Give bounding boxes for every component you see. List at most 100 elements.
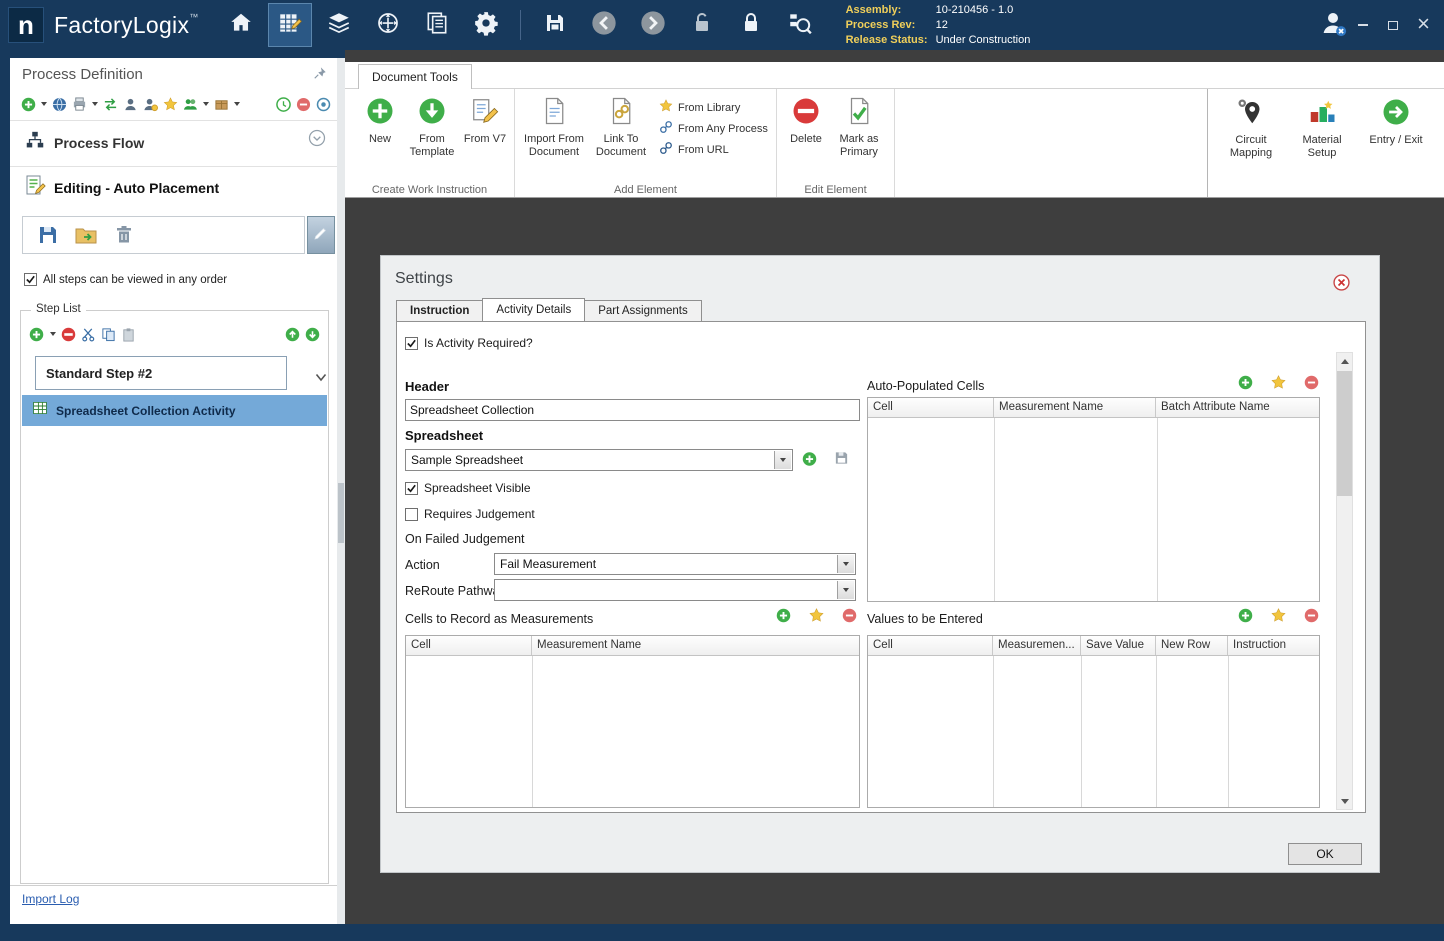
link-to-document-button[interactable]: Link To Document [589, 92, 653, 158]
record-icon[interactable] [315, 96, 331, 112]
import-from-document-button[interactable]: Import From Document [522, 92, 586, 158]
column-header[interactable]: Instruction [1228, 636, 1319, 655]
process-definition-button[interactable] [267, 3, 312, 47]
operator-icon[interactable] [122, 96, 138, 112]
package-icon[interactable] [213, 96, 229, 112]
scrollbar-thumb[interactable] [1337, 371, 1352, 496]
tab-document-tools[interactable]: Document Tools [358, 64, 472, 89]
collapse-button[interactable] [307, 128, 327, 153]
remove-row-icon[interactable] [842, 608, 857, 623]
remove-row-icon[interactable] [1304, 375, 1319, 390]
award-icon[interactable] [162, 96, 178, 112]
import-step-button[interactable] [73, 222, 99, 248]
paste-icon[interactable] [121, 327, 136, 342]
auto-detect-icon[interactable] [809, 608, 824, 623]
add-row-icon[interactable] [776, 608, 791, 623]
column-header[interactable]: Batch Attribute Name [1156, 398, 1319, 417]
pin-button[interactable] [311, 66, 329, 84]
edit-mode-toggle[interactable] [307, 216, 335, 254]
scroll-down-button[interactable] [1337, 793, 1352, 809]
package-dropdown-caret-icon[interactable] [233, 102, 240, 106]
dispatch-button[interactable] [366, 3, 410, 47]
add-icon[interactable] [20, 96, 36, 112]
column-header[interactable]: Measuremen... [993, 636, 1081, 655]
ok-button[interactable]: OK [1288, 843, 1362, 865]
action-select[interactable]: Fail Measurement [494, 553, 856, 575]
print-icon[interactable] [71, 96, 87, 112]
delete-step-button[interactable] [111, 222, 137, 248]
forward-button[interactable] [631, 3, 675, 47]
deactivate-step-icon[interactable] [295, 96, 311, 112]
requires-judgement-checkbox[interactable] [405, 507, 418, 521]
circuit-mapping-button[interactable]: Circuit Mapping [1222, 93, 1280, 183]
move-step-up-icon[interactable] [285, 327, 300, 342]
reroute-pathway-select[interactable] [494, 579, 856, 601]
column-header[interactable]: New Row [1156, 636, 1228, 655]
add-row-icon[interactable] [1238, 375, 1253, 390]
delete-element-button[interactable]: Delete [784, 92, 828, 146]
from-url-button[interactable]: From URL [659, 141, 769, 158]
auto-detect-icon[interactable] [1271, 375, 1286, 390]
add-row-icon[interactable] [1238, 608, 1253, 623]
cells-measurements-table[interactable]: Cell Measurement Name [405, 635, 860, 808]
add-step-caret-icon[interactable] [49, 332, 56, 336]
operator-cert-icon[interactable] [142, 96, 158, 112]
new-instruction-button[interactable]: New [359, 92, 401, 146]
documents-button[interactable] [415, 3, 459, 47]
transfer-icon[interactable] [102, 96, 118, 112]
cut-icon[interactable] [81, 327, 96, 342]
team-dropdown-caret-icon[interactable] [202, 102, 209, 106]
column-header[interactable]: Measurement Name [532, 636, 859, 655]
auto-detect-icon[interactable] [1271, 608, 1286, 623]
spreadsheet-dropdown-button[interactable] [774, 451, 791, 469]
maximize-button[interactable] [1380, 13, 1406, 37]
remove-row-icon[interactable] [1304, 608, 1319, 623]
column-header[interactable]: Cell [406, 636, 532, 655]
copy-icon[interactable] [101, 327, 116, 342]
back-button[interactable] [582, 3, 626, 47]
column-header[interactable]: Cell [868, 398, 994, 417]
add-spreadsheet-icon[interactable] [802, 451, 817, 466]
tab-instruction[interactable]: Instruction [396, 300, 484, 321]
step-expander-chevron-icon[interactable] [315, 369, 327, 387]
material-setup-button[interactable]: Material Setup [1294, 93, 1350, 183]
add-step-icon[interactable] [29, 327, 44, 342]
team-icon[interactable] [182, 96, 198, 112]
panel-splitter[interactable] [337, 58, 345, 924]
column-header[interactable]: Cell [868, 636, 993, 655]
column-header[interactable]: Measurement Name [994, 398, 1156, 417]
spreadsheet-select[interactable]: Sample Spreadsheet [405, 449, 793, 471]
scroll-up-button[interactable] [1337, 353, 1352, 369]
mark-as-primary-button[interactable]: Mark as Primary [831, 92, 887, 158]
audit-search-button[interactable] [778, 3, 822, 47]
print-dropdown-caret-icon[interactable] [91, 102, 98, 106]
import-log-link[interactable]: Import Log [22, 892, 79, 906]
from-any-process-button[interactable]: From Any Process [659, 120, 769, 137]
add-dropdown-caret-icon[interactable] [40, 102, 47, 106]
splitter-thumb[interactable] [338, 483, 344, 543]
production-button[interactable] [317, 3, 361, 47]
from-v7-button[interactable]: From V7 [463, 92, 507, 146]
web-icon[interactable] [51, 96, 67, 112]
save-spreadsheet-icon[interactable] [834, 450, 849, 465]
action-dropdown-button[interactable] [837, 555, 854, 573]
tab-activity-details[interactable]: Activity Details [482, 298, 586, 321]
save-button[interactable] [533, 3, 577, 47]
step-selector[interactable]: Standard Step #2 [35, 356, 287, 390]
home-button[interactable] [219, 3, 263, 47]
user-session-button[interactable] [1320, 12, 1347, 37]
settings-button[interactable] [464, 3, 508, 47]
header-input[interactable] [405, 399, 860, 421]
activity-required-checkbox[interactable] [405, 336, 418, 350]
remove-step-icon[interactable] [61, 327, 76, 342]
auto-populated-table[interactable]: Cell Measurement Name Batch Attribute Na… [867, 397, 1320, 602]
tab-part-assignments[interactable]: Part Assignments [584, 300, 702, 321]
column-header[interactable]: Save Value [1081, 636, 1156, 655]
entry-exit-button[interactable]: Entry / Exit [1364, 93, 1428, 183]
refresh-step-icon[interactable] [275, 96, 291, 112]
minimize-button[interactable] [1350, 13, 1376, 37]
values-entered-table[interactable]: Cell Measuremen... Save Value New Row In… [867, 635, 1320, 808]
unlock-button[interactable] [680, 3, 724, 47]
from-template-button[interactable]: From Template [404, 92, 460, 158]
activity-list-item-selected[interactable]: Spreadsheet Collection Activity [22, 395, 327, 426]
